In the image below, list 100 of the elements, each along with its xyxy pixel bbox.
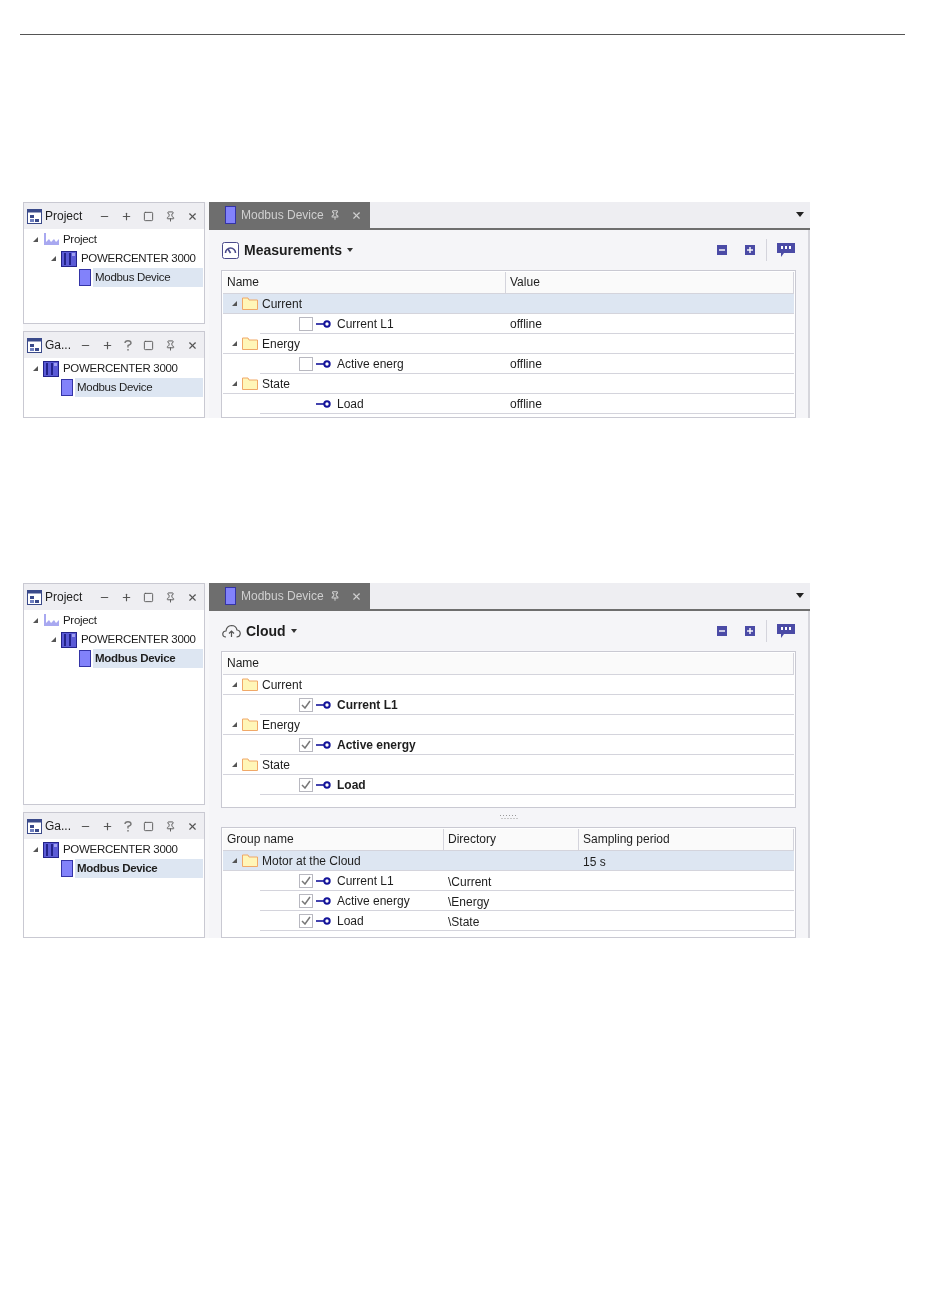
expand-all-icon[interactable]: [745, 626, 755, 636]
column-header[interactable]: Name: [223, 653, 794, 674]
window-icon[interactable]: [143, 339, 154, 351]
close-icon[interactable]: [187, 591, 198, 603]
close-icon[interactable]: [351, 590, 362, 602]
caret-icon[interactable]: [347, 248, 354, 252]
column-header[interactable]: Directory: [444, 829, 579, 850]
tree-item[interactable]: Modbus Device: [93, 268, 203, 287]
close-icon[interactable]: [351, 209, 362, 221]
module-icon: [225, 206, 236, 224]
expanded-arrow-icon[interactable]: [32, 846, 39, 853]
signal-pin-icon: [316, 740, 331, 749]
table-row[interactable]: State: [223, 755, 794, 775]
table-row[interactable]: Active energ offline: [260, 354, 794, 374]
expanded-arrow-icon[interactable]: [32, 365, 39, 372]
panel-window-icon: [27, 818, 42, 834]
checkbox[interactable]: [299, 893, 313, 908]
plus-icon[interactable]: [102, 339, 113, 351]
close-icon[interactable]: [187, 820, 198, 832]
tree-item[interactable]: Project: [61, 611, 203, 630]
expanded-arrow-icon[interactable]: [231, 761, 238, 768]
panel-window-icon: [27, 337, 42, 353]
checkbox[interactable]: [299, 356, 313, 371]
chart-icon: [43, 614, 59, 627]
window-icon[interactable]: [143, 820, 154, 832]
splitter-grip-icon[interactable]: [499, 815, 518, 820]
tree-item[interactable]: POWERCENTER 3000: [61, 359, 203, 378]
tree-item[interactable]: Modbus Device: [75, 378, 203, 397]
collapse-all-icon[interactable]: [717, 626, 727, 636]
expanded-arrow-icon[interactable]: [50, 255, 57, 262]
close-icon[interactable]: [187, 210, 198, 222]
expanded-arrow-icon[interactable]: [231, 340, 238, 347]
table-row[interactable]: Current: [223, 294, 794, 314]
column-header[interactable]: Sampling period: [579, 829, 794, 850]
tree-item[interactable]: Project: [61, 230, 203, 249]
signal-label: Active energy: [337, 892, 410, 910]
window-icon[interactable]: [143, 591, 154, 603]
close-icon[interactable]: [187, 339, 198, 351]
signal-pin-icon: [316, 780, 331, 789]
expanded-arrow-icon[interactable]: [231, 857, 238, 864]
panel-title: Ga...: [45, 337, 72, 354]
folder-icon: [242, 854, 258, 867]
expanded-arrow-icon[interactable]: [32, 236, 39, 243]
column-header[interactable]: Group name: [223, 829, 444, 850]
table-row[interactable]: Energy: [223, 715, 794, 735]
table-row[interactable]: Current L1: [260, 695, 794, 715]
view-title[interactable]: Cloud: [246, 620, 286, 642]
plus-icon[interactable]: [121, 591, 132, 603]
checkbox[interactable]: [299, 873, 313, 888]
dropdown-caret-icon[interactable]: [796, 212, 804, 217]
pin-icon[interactable]: [165, 339, 176, 351]
table-row[interactable]: Energy: [223, 334, 794, 354]
tree-item[interactable]: Modbus Device: [93, 649, 203, 668]
expanded-arrow-icon[interactable]: [231, 721, 238, 728]
table-row[interactable]: Current L1 offline: [260, 314, 794, 334]
checkbox[interactable]: [299, 913, 313, 928]
plus-icon[interactable]: [102, 820, 113, 832]
table-row[interactable]: Active energy: [260, 735, 794, 755]
tree-item[interactable]: POWERCENTER 3000: [79, 249, 203, 268]
table-cell: \Energy: [448, 894, 490, 909]
pin-icon[interactable]: [330, 210, 340, 220]
question-mark-icon[interactable]: [124, 339, 132, 351]
table-row[interactable]: Motor at the Cloud 15 s: [223, 851, 794, 871]
table-row[interactable]: Load: [260, 775, 794, 795]
expanded-arrow-icon[interactable]: [50, 636, 57, 643]
table-row[interactable]: State: [223, 374, 794, 394]
dropdown-caret-icon[interactable]: [796, 593, 804, 598]
expanded-arrow-icon[interactable]: [231, 380, 238, 387]
expanded-arrow-icon[interactable]: [231, 681, 238, 688]
checkbox[interactable]: [299, 697, 313, 712]
pin-icon[interactable]: [330, 591, 340, 601]
column-header[interactable]: Name: [223, 272, 506, 293]
expand-all-icon[interactable]: [745, 245, 755, 255]
comment-icon[interactable]: [777, 242, 795, 258]
table-row[interactable]: Current: [223, 675, 794, 695]
expanded-arrow-icon[interactable]: [32, 617, 39, 624]
tree-item[interactable]: Modbus Device: [75, 859, 203, 878]
group-label: Energy: [262, 716, 301, 734]
checkbox[interactable]: [299, 316, 313, 331]
caret-icon[interactable]: [290, 629, 297, 633]
comment-icon[interactable]: [777, 623, 795, 639]
pin-icon[interactable]: [165, 591, 176, 603]
pin-icon[interactable]: [165, 210, 176, 222]
view-title[interactable]: Measurements: [244, 239, 343, 261]
group-label: Energy: [262, 335, 301, 353]
table-row[interactable]: Load \State: [260, 911, 794, 931]
pin-icon[interactable]: [165, 820, 176, 832]
plus-icon[interactable]: [121, 210, 132, 222]
tree-item[interactable]: POWERCENTER 3000: [79, 630, 203, 649]
tree-item[interactable]: POWERCENTER 3000: [61, 840, 203, 859]
checkbox[interactable]: [299, 737, 313, 752]
table-row[interactable]: Active energy \Energy: [260, 891, 794, 911]
checkbox[interactable]: [299, 777, 313, 792]
collapse-all-icon[interactable]: [717, 245, 727, 255]
table-row[interactable]: Current L1 \Current: [260, 871, 794, 891]
question-mark-icon[interactable]: [124, 820, 132, 832]
signal-label: Load: [337, 912, 364, 930]
column-header[interactable]: Value: [506, 272, 794, 293]
expanded-arrow-icon[interactable]: [231, 300, 238, 307]
window-icon[interactable]: [143, 210, 154, 222]
